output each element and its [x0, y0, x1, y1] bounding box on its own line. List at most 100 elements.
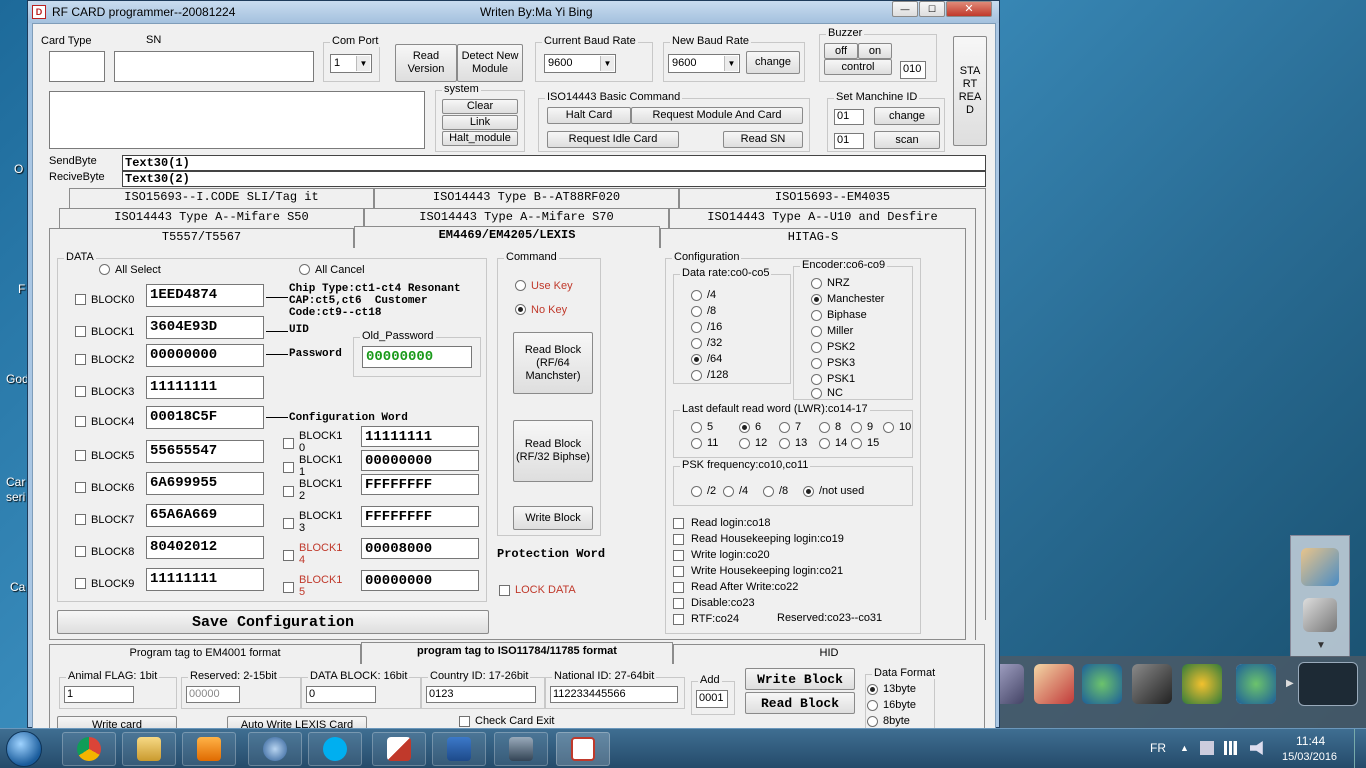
block-checkbox[interactable]	[283, 462, 294, 473]
tab-hid[interactable]: HID	[673, 644, 985, 664]
clock-date[interactable]: 15/03/2016	[1282, 751, 1337, 763]
clear-button[interactable]: Clear	[442, 99, 518, 114]
show-desktop-button[interactable]	[1354, 729, 1366, 768]
block-value-field[interactable]: FFFFFFFF	[361, 474, 479, 495]
send-byte-field[interactable]: Text30(1)	[122, 155, 986, 171]
halt-card-button[interactable]: Halt Card	[547, 107, 631, 124]
request-idle-card-button[interactable]: Request Idle Card	[547, 131, 679, 148]
reserved-bits-field[interactable]: 00000	[186, 686, 240, 703]
block-value-field[interactable]: 3604E93D	[146, 316, 264, 339]
globe-help-icon[interactable]	[1236, 664, 1276, 704]
all-select-radio[interactable]	[99, 264, 110, 275]
read-block-iso-button[interactable]: Read Block	[745, 692, 855, 714]
tab-em4001[interactable]: Program tag to EM4001 format	[49, 644, 361, 664]
option-radio[interactable]	[811, 278, 822, 289]
media-player-taskbar-button[interactable]	[182, 732, 236, 766]
save-configuration-button[interactable]: Save Configuration	[57, 610, 489, 634]
tab-iso15693-icode[interactable]: ISO15693--I.CODE SLI/Tag it	[69, 188, 374, 208]
skype-taskbar-button[interactable]	[308, 732, 362, 766]
block-checkbox[interactable]	[75, 578, 86, 589]
block-checkbox[interactable]	[283, 550, 294, 561]
chrome-taskbar-button[interactable]	[62, 732, 116, 766]
tab-iso15693-em4035[interactable]: ISO15693--EM4035	[679, 188, 986, 208]
block-checkbox[interactable]	[283, 518, 294, 529]
machine-id-change-button[interactable]: change	[874, 107, 940, 125]
option-radio[interactable]	[691, 486, 702, 497]
buzzer-on-button[interactable]: on	[858, 43, 892, 59]
option-radio[interactable]	[779, 422, 790, 433]
chevron-down-icon[interactable]: ▼	[1316, 640, 1326, 651]
volume-icon[interactable]	[1250, 741, 1263, 755]
block-value-field[interactable]: 65A6A669	[146, 504, 264, 527]
request-module-card-button[interactable]: Request Module And Card	[631, 107, 803, 124]
word-taskbar-button[interactable]	[432, 732, 486, 766]
tab-hitag-s[interactable]: HITAG-S	[660, 228, 966, 248]
block-checkbox[interactable]	[75, 386, 86, 397]
read-block-biphase-button[interactable]: Read Block (RF/32 Biphse)	[513, 420, 593, 482]
printer-icon[interactable]	[1303, 598, 1337, 632]
option-radio[interactable]	[691, 438, 702, 449]
block-checkbox[interactable]	[75, 546, 86, 557]
minimize-button[interactable]: —	[892, 1, 918, 17]
card-type-field[interactable]	[49, 51, 105, 82]
option-radio[interactable]	[867, 684, 878, 695]
sn-field[interactable]	[114, 51, 314, 82]
lock-data-checkbox[interactable]	[499, 585, 510, 596]
receive-byte-field[interactable]: Text30(2)	[122, 171, 986, 187]
new-baud-select[interactable]: 9600 ▼	[668, 54, 740, 73]
block-value-field[interactable]: 00008000	[361, 538, 479, 559]
option-radio[interactable]	[691, 370, 702, 381]
device-icon[interactable]	[1200, 741, 1214, 755]
photo-viewer-icon[interactable]	[1301, 548, 1339, 586]
maximize-button[interactable]: ☐	[919, 1, 945, 17]
tab-t5557[interactable]: T5557/T5567	[49, 228, 354, 248]
block-checkbox[interactable]	[75, 514, 86, 525]
option-radio[interactable]	[691, 422, 702, 433]
buzzer-control-button[interactable]: control	[824, 59, 892, 75]
block-value-field[interactable]: 1EED4874	[146, 284, 264, 307]
close-button[interactable]: ✕	[946, 1, 992, 17]
option-radio[interactable]	[883, 422, 894, 433]
block-checkbox[interactable]	[75, 294, 86, 305]
language-indicator[interactable]: FR	[1150, 741, 1166, 755]
block-value-field[interactable]: 00018C5F	[146, 406, 264, 429]
start-button[interactable]	[6, 731, 42, 767]
explorer-taskbar-button[interactable]	[122, 732, 176, 766]
option-radio[interactable]	[691, 290, 702, 301]
option-radio[interactable]	[851, 422, 862, 433]
option-radio[interactable]	[691, 354, 702, 365]
write-block-iso-button[interactable]: Write Block	[745, 668, 855, 690]
config-checkbox[interactable]	[673, 534, 684, 545]
block-value-field[interactable]: 6A699955	[146, 472, 264, 495]
user-icon[interactable]	[1182, 664, 1222, 704]
option-radio[interactable]	[811, 374, 822, 385]
detect-module-button[interactable]: Detect New Module	[457, 44, 523, 82]
animal-flag-field[interactable]: 1	[64, 686, 134, 703]
block-checkbox[interactable]	[283, 582, 294, 593]
thunderbird-taskbar-button[interactable]	[248, 732, 302, 766]
block-value-field[interactable]: 11111111	[146, 376, 264, 399]
option-radio[interactable]	[739, 422, 750, 433]
read-block-manchester-button[interactable]: Read Block (RF/64 Manchster)	[513, 332, 593, 394]
config-checkbox[interactable]	[673, 614, 684, 625]
block-checkbox[interactable]	[75, 482, 86, 493]
all-cancel-radio[interactable]	[299, 264, 310, 275]
block-value-field[interactable]: 11111111	[361, 426, 479, 447]
block-checkbox[interactable]	[75, 416, 86, 427]
halt-module-button[interactable]: Halt_module	[442, 131, 518, 146]
option-radio[interactable]	[811, 326, 822, 337]
option-radio[interactable]	[691, 306, 702, 317]
pdf-taskbar-button[interactable]	[372, 732, 426, 766]
use-key-radio[interactable]	[515, 280, 526, 291]
com-port-select[interactable]: 1 ▼	[330, 54, 372, 73]
option-radio[interactable]	[811, 294, 822, 305]
tab-iso14443-typeb[interactable]: ISO14443 Type B--AT88RF020	[374, 188, 679, 208]
block-checkbox[interactable]	[75, 326, 86, 337]
option-radio[interactable]	[723, 486, 734, 497]
option-radio[interactable]	[851, 438, 862, 449]
network-taskbar-button[interactable]	[494, 732, 548, 766]
config-checkbox[interactable]	[673, 582, 684, 593]
tab-u10-desfire[interactable]: ISO14443 Type A--U10 and Desfire	[669, 208, 976, 228]
option-radio[interactable]	[811, 388, 822, 399]
link-button[interactable]: Link	[442, 115, 518, 130]
